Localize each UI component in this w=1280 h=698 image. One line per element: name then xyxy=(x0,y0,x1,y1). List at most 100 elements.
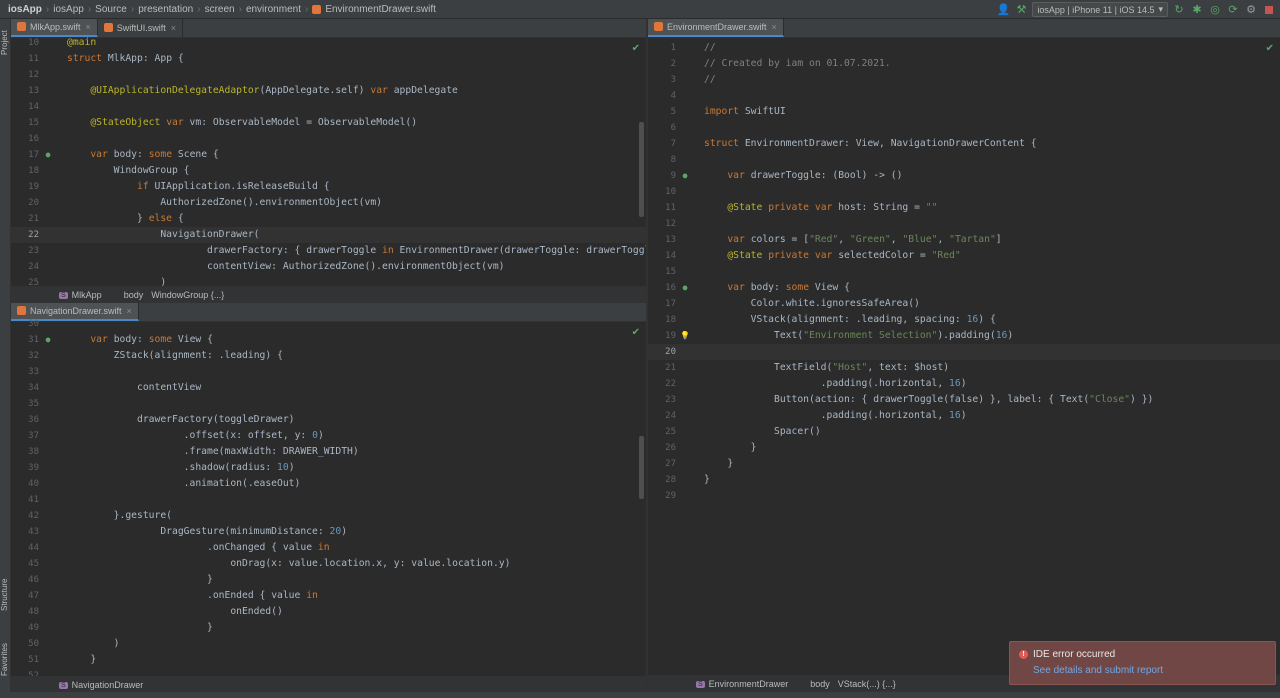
code-line[interactable]: 5 import SwiftUI xyxy=(648,104,1280,120)
stop-icon[interactable] xyxy=(1262,3,1276,17)
line-number[interactable]: 14 xyxy=(648,248,676,264)
code-line[interactable]: 14 xyxy=(11,99,646,115)
breadcrumb-struct[interactable]: S MlkApp xyxy=(59,290,102,300)
debug-icon[interactable]: ✱ xyxy=(1190,3,1204,17)
line-number[interactable]: 7 xyxy=(648,136,676,152)
code-line[interactable]: 12 xyxy=(11,67,646,83)
line-number[interactable]: 46 xyxy=(11,572,39,588)
line-number[interactable]: 41 xyxy=(11,492,39,508)
line-number[interactable]: 14 xyxy=(11,99,39,115)
line-number[interactable]: 19 xyxy=(11,179,39,195)
ide-error-notification[interactable]: ! IDE error occurred See details and sub… xyxy=(1009,641,1276,685)
tab-environmentdrawer[interactable]: EnvironmentDrawer.swift × xyxy=(648,19,784,37)
line-number[interactable]: 48 xyxy=(11,604,39,620)
line-number[interactable]: 23 xyxy=(648,392,676,408)
code-line[interactable]: 37 .offset(x: offset, y: 0) xyxy=(11,428,646,444)
user-icon[interactable]: 👤 xyxy=(996,3,1011,17)
close-icon[interactable]: × xyxy=(171,23,176,33)
line-number[interactable]: 19 xyxy=(648,328,676,344)
run-configuration-select[interactable]: iosApp | iPhone 11 | iOS 14.5 ▾ xyxy=(1032,2,1168,17)
line-number[interactable]: 17 xyxy=(11,147,39,163)
line-number[interactable]: 36 xyxy=(11,412,39,428)
line-number[interactable]: 5 xyxy=(648,104,676,120)
code-line[interactable]: 24 .padding(.horizontal, 16) xyxy=(648,408,1280,424)
line-number[interactable]: 13 xyxy=(11,83,39,99)
breadcrumb-scope[interactable]: WindowGroup {...} xyxy=(151,290,224,300)
code-line[interactable]: 39 .shadow(radius: 10) xyxy=(11,460,646,476)
line-number[interactable]: 9 xyxy=(648,168,676,184)
breadcrumb-project[interactable]: iosApp xyxy=(4,4,46,15)
code-line[interactable]: 23 drawerFactory: { drawerToggle in Envi… xyxy=(11,243,646,259)
code-line[interactable]: 23 Button(action: { drawerToggle(false) … xyxy=(648,392,1280,408)
code-line[interactable]: 15 xyxy=(648,264,1280,280)
line-number[interactable]: 43 xyxy=(11,524,39,540)
code-line[interactable]: 1 // xyxy=(648,40,1280,56)
code-line[interactable]: 10 xyxy=(648,184,1280,200)
line-number[interactable]: 4 xyxy=(648,88,676,104)
submit-report-link[interactable]: See details and submit report xyxy=(1033,665,1163,676)
line-number[interactable]: 21 xyxy=(11,211,39,227)
favorites-tool-tab[interactable]: Favorites xyxy=(0,634,11,686)
code-line[interactable]: 14 @State private var selectedColor = "R… xyxy=(648,248,1280,264)
line-number[interactable]: 47 xyxy=(11,588,39,604)
line-number[interactable]: 25 xyxy=(648,424,676,440)
line-number[interactable]: 15 xyxy=(648,264,676,280)
code-line[interactable]: 51 } xyxy=(11,652,646,668)
code-line[interactable]: 38 .frame(maxWidth: DRAWER_WIDTH) xyxy=(11,444,646,460)
line-number[interactable]: 22 xyxy=(648,376,676,392)
line-number[interactable]: 33 xyxy=(11,364,39,380)
code-line[interactable]: 2 // Created by iam on 01.07.2021. xyxy=(648,56,1280,72)
code-line[interactable]: 9 ● var drawerToggle: (Bool) -> () xyxy=(648,168,1280,184)
code-line[interactable]: 4 xyxy=(648,88,1280,104)
line-number[interactable]: 23 xyxy=(11,243,39,259)
code-line[interactable]: 49 } xyxy=(11,620,646,636)
code-line[interactable]: 45 onDrag(x: value.location.x, y: value.… xyxy=(11,556,646,572)
inspection-ok-icon[interactable]: ✔ xyxy=(632,327,640,338)
line-number[interactable]: 29 xyxy=(648,488,676,504)
line-number[interactable]: 49 xyxy=(11,620,39,636)
code-line[interactable]: 48 onEnded() xyxy=(11,604,646,620)
line-number[interactable]: 3 xyxy=(648,72,676,88)
line-number[interactable]: 45 xyxy=(11,556,39,572)
breadcrumb-file[interactable]: EnvironmentDrawer.swift xyxy=(308,4,440,15)
inspection-ok-icon[interactable]: ✔ xyxy=(1266,43,1274,54)
attach-icon[interactable]: ⟳ xyxy=(1226,3,1240,17)
line-number[interactable]: 35 xyxy=(11,396,39,412)
code-line[interactable]: 40 .animation(.easeOut) xyxy=(11,476,646,492)
inspection-ok-icon[interactable]: ✔ xyxy=(632,43,640,54)
code-line[interactable]: 50 ) xyxy=(11,636,646,652)
code-line[interactable]: 47 .onEnded { value in xyxy=(11,588,646,604)
code-line[interactable]: 21 } else { xyxy=(11,211,646,227)
code-line[interactable]: 29 xyxy=(648,488,1280,504)
code-line[interactable]: 28} xyxy=(648,472,1280,488)
implements-marker-icon[interactable]: ● xyxy=(43,147,53,163)
code-line[interactable]: 44 .onChanged { value in xyxy=(11,540,646,556)
code-line[interactable]: 21 TextField("Host", text: $host) xyxy=(648,360,1280,376)
breadcrumb-struct[interactable]: S NavigationDrawer xyxy=(59,680,143,690)
line-number[interactable]: 21 xyxy=(648,360,676,376)
close-icon[interactable]: × xyxy=(127,306,132,316)
code-line[interactable]: 19 💡 Text("Environment Selection").paddin… xyxy=(648,328,1280,344)
line-number[interactable]: 51 xyxy=(11,652,39,668)
code-line[interactable]: 17 ● var body: some Scene { xyxy=(11,147,646,163)
coverage-icon[interactable]: ⚙ xyxy=(1244,3,1258,17)
line-number[interactable]: 50 xyxy=(11,636,39,652)
implements-marker-icon[interactable]: ● xyxy=(680,168,690,184)
code-line[interactable]: 22 .padding(.horizontal, 16) xyxy=(648,376,1280,392)
breadcrumb-screen[interactable]: screen xyxy=(201,4,239,15)
code-line[interactable]: 20 AuthorizedZone().environmentObject(vm… xyxy=(11,195,646,211)
line-number[interactable]: 40 xyxy=(11,476,39,492)
code-line[interactable]: 33 xyxy=(11,364,646,380)
code-line[interactable]: 36 drawerFactory(toggleDrawer) xyxy=(11,412,646,428)
line-number[interactable]: 20 xyxy=(11,195,39,211)
line-number[interactable]: 38 xyxy=(11,444,39,460)
code-line[interactable]: 18 WindowGroup { xyxy=(11,163,646,179)
breadcrumb-member[interactable]: body xyxy=(810,679,830,689)
code-line[interactable]: 3 // xyxy=(648,72,1280,88)
code-line[interactable]: 12 xyxy=(648,216,1280,232)
code-line[interactable]: 42 }.gesture( xyxy=(11,508,646,524)
code-line[interactable]: 11 @State private var host: String = "" xyxy=(648,200,1280,216)
code-line[interactable]: 25 Spacer() xyxy=(648,424,1280,440)
line-number[interactable]: 32 xyxy=(11,348,39,364)
breadcrumb-presentation[interactable]: presentation xyxy=(134,4,197,15)
